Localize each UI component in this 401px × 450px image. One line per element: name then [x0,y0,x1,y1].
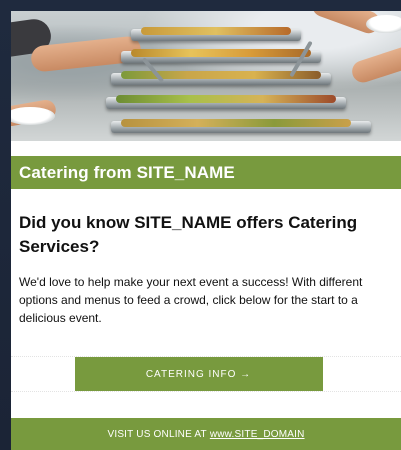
catering-info-button[interactable]: CATERING INFO → [74,357,323,391]
email-footer: VISIT US ONLINE AT www.SITE_DOMAIN [11,418,401,450]
catering-buffet-image [11,11,401,141]
footer-prefix: VISIT US ONLINE AT [107,428,207,440]
food-shape [121,119,351,127]
food-shape [116,95,336,103]
footer-site-link[interactable]: www.SITE_DOMAIN [210,429,305,440]
food-shape [131,49,311,57]
email-card: Catering from SITE_NAME Did you know SIT… [11,11,401,450]
title-banner: Catering from SITE_NAME [11,156,401,189]
email-content: Did you know SITE_NAME offers Catering S… [11,211,401,327]
arm-shape-right-lower [349,42,401,86]
plate-shape-right [366,15,401,33]
content-body: We'd love to help make your next event a… [19,275,363,325]
food-shape [141,27,291,35]
plate-shape [11,107,55,125]
email-preview-page: Catering from SITE_NAME Did you know SIT… [0,0,401,450]
content-heading: Did you know SITE_NAME offers Catering S… [19,213,358,256]
cta-row: CATERING INFO → [11,356,401,392]
email-title: Catering from SITE_NAME [19,162,235,182]
